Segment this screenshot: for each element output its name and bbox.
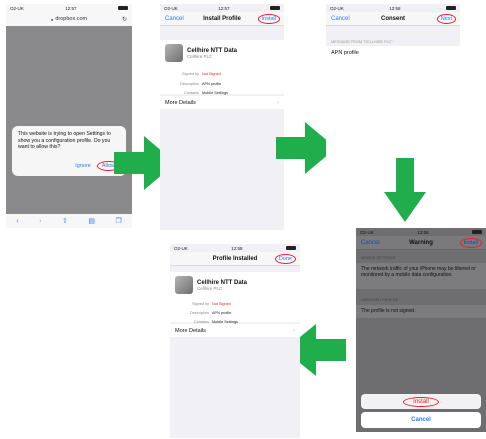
signed-key: Signed by xyxy=(182,72,199,76)
profile-card: Cellhire NTT Data Cellhire PLC Signed by… xyxy=(170,272,300,324)
profile-org: Cellhire PLC xyxy=(197,285,223,291)
screen-warning: O2-UK 12:58 Cancel Warning Install MOBIL… xyxy=(356,228,486,432)
warning-text-2: The profile is not signed. xyxy=(361,308,416,314)
screen-profile-installed: O2-UK 12:58 Profile Installed Done Cellh… xyxy=(170,244,300,438)
time-label: 12:58 xyxy=(389,5,401,11)
bookmarks-icon[interactable]: ▤ xyxy=(88,217,95,225)
carrier-label: O2-UK xyxy=(164,5,178,11)
action-sheet-cancel[interactable]: Cancel xyxy=(361,412,481,428)
profile-icon xyxy=(175,276,193,294)
profile-name: Cellhire NTT Data xyxy=(187,47,238,54)
signed-value: Not Signed xyxy=(212,302,231,306)
action-sheet-install[interactable]: Install xyxy=(361,394,481,409)
page-title: Warning xyxy=(409,239,433,246)
lock-icon: ● xyxy=(50,16,54,22)
cancel-button[interactable]: Cancel xyxy=(331,16,350,22)
cancel-button[interactable]: Cancel xyxy=(361,240,380,246)
install-button[interactable]: Install xyxy=(257,13,280,24)
ignore-button[interactable]: Ignore xyxy=(75,163,91,169)
time-label: 12:58 xyxy=(231,245,243,251)
install-button[interactable]: Install xyxy=(459,237,482,248)
next-button[interactable]: Next xyxy=(436,13,456,24)
page-title: Install Profile xyxy=(203,15,241,22)
tabs-icon[interactable]: ❐ xyxy=(115,217,121,225)
nav-bar: Profile Installed Done xyxy=(170,252,300,266)
status-bar: O2-UK 12:57 xyxy=(160,4,284,12)
time-label: 12:57 xyxy=(218,5,230,11)
cancel-button[interactable]: Cancel xyxy=(165,16,184,22)
share-icon[interactable]: ⇧ xyxy=(62,217,68,225)
forward-icon[interactable]: › xyxy=(39,218,41,225)
sheet-cancel-button[interactable]: Cancel xyxy=(411,417,431,423)
consent-body: APN profile xyxy=(331,50,359,56)
screen-install-profile: O2-UK 12:57 Cancel Install Profile Insta… xyxy=(160,4,284,230)
status-bar: O2-UK 12:58 xyxy=(326,4,460,12)
warning-card-2: The profile is not signed. xyxy=(356,305,486,318)
profile-icon xyxy=(165,44,183,62)
status-bar: O2-UK 12:57 xyxy=(6,4,132,12)
page-title: Consent xyxy=(381,15,405,22)
nav-bar: Cancel Warning Install xyxy=(356,236,486,250)
battery-icon xyxy=(472,230,482,234)
status-bar: O2-UK 12:58 xyxy=(170,244,300,252)
profile-card: Cellhire NTT Data Cellhire PLC Signed by… xyxy=(160,40,284,95)
signed-value: Not Signed xyxy=(202,72,221,76)
done-button[interactable]: Done xyxy=(274,253,296,264)
arrow-down-icon xyxy=(384,158,426,222)
description-value: APN profile xyxy=(212,311,232,316)
carrier-label: O2-UK xyxy=(174,245,188,251)
back-icon[interactable]: ‹ xyxy=(16,218,18,225)
address-bar[interactable]: ● dropbox.com ↻ xyxy=(6,12,132,26)
alert-message: This website is trying to open Settings … xyxy=(18,131,111,151)
chevron-right-icon: › xyxy=(277,99,279,106)
contains-value: Mobile Settings xyxy=(202,91,228,95)
alert-dialog: This website is trying to open Settings … xyxy=(12,126,126,176)
time-label: 12:57 xyxy=(65,5,77,11)
status-bar: O2-UK 12:58 xyxy=(356,228,486,236)
section-mobile-settings: MOBILE SETTINGS xyxy=(361,256,396,260)
chevron-right-icon: › xyxy=(293,327,295,334)
battery-icon xyxy=(118,6,128,10)
warning-text-1: The network traffic of your iPhone may b… xyxy=(361,266,476,279)
screen-safari-alert: O2-UK 12:57 ● dropbox.com ↻ This website… xyxy=(6,4,132,228)
page-title: Profile Installed xyxy=(212,255,258,262)
more-details-row[interactable]: More Details › xyxy=(160,96,284,109)
section-unsigned: UNSIGNED PROFILE xyxy=(361,298,399,302)
more-details-label: More Details xyxy=(175,327,206,334)
battery-icon xyxy=(270,6,280,10)
battery-icon xyxy=(446,6,456,10)
more-details-row[interactable]: More Details › xyxy=(170,324,300,337)
battery-icon xyxy=(286,246,296,250)
safari-toolbar: ‹ › ⇧ ▤ ❐ xyxy=(6,214,132,228)
nav-bar: Cancel Consent Next xyxy=(326,12,460,26)
reload-icon[interactable]: ↻ xyxy=(122,16,127,23)
section-header: MESSAGE FROM "CELLHIRE PLC" xyxy=(331,40,393,44)
url-text: dropbox.com xyxy=(55,16,88,22)
carrier-label: O2-UK xyxy=(10,5,24,11)
profile-org: Cellhire PLC xyxy=(187,53,213,59)
sheet-install-button[interactable]: Install xyxy=(403,396,439,407)
time-label: 12:58 xyxy=(417,229,429,235)
profile-name: Cellhire NTT Data xyxy=(197,279,248,286)
more-details-label: More Details xyxy=(165,99,196,106)
carrier-label: O2-UK xyxy=(330,5,344,11)
description-value: APN profile xyxy=(202,81,222,86)
nav-bar: Cancel Install Profile Install xyxy=(160,12,284,26)
carrier-label: O2-UK xyxy=(360,229,374,235)
warning-card-1: The network traffic of your iPhone may b… xyxy=(356,263,486,289)
